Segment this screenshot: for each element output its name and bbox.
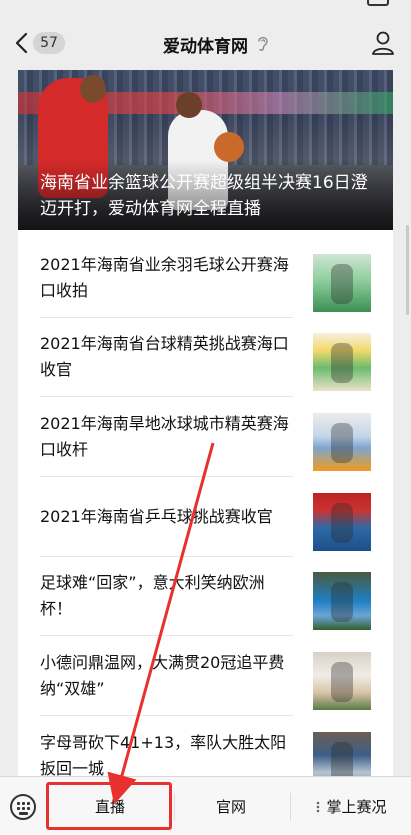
menu-official-site-button[interactable]: 官网 (176, 787, 286, 827)
status-bar (0, 0, 411, 18)
menu-live-scores-button[interactable]: 掌上赛况 (292, 787, 411, 827)
list-item-title: 2021年海南省乒乓球挑战赛收官 (40, 507, 273, 526)
list-item[interactable]: 小德问鼎温网，大满贯20冠追平费纳“双雄” (18, 636, 393, 716)
featured-article-title: 海南省业余篮球公开赛超级组半决赛16日澄迈开打，爱动体育网全程直播 (40, 173, 368, 219)
thumbnail-figure (331, 662, 353, 702)
battery-icon (367, 0, 389, 6)
list-item-thumbnail (313, 333, 371, 391)
thumbnail-figure (331, 423, 353, 463)
top-navigation-bar: 57 爱动体育网 (0, 18, 411, 70)
list-item[interactable]: 2021年海南省台球精英挑战赛海口收官 (18, 317, 393, 397)
list-item-thumbnail (313, 493, 371, 551)
list-item-thumbnail (313, 254, 371, 312)
menu-live-scores-label: 掌上赛况 (326, 798, 387, 816)
scrollbar[interactable] (406, 225, 409, 315)
thumbnail-figure (331, 264, 353, 304)
keyboard-icon[interactable] (10, 794, 36, 820)
annotation-highlight-box (46, 782, 172, 830)
menu-divider (290, 793, 291, 821)
submenu-dots-icon (316, 801, 321, 813)
list-item-title: 2021年海南省台球精英挑战赛海口收官 (40, 334, 289, 379)
thumbnail-figure (331, 503, 353, 543)
hero-image-player-head (176, 92, 202, 118)
list-item-thumbnail (313, 652, 371, 710)
menu-divider (174, 793, 175, 821)
article-list-card: 海南省业余篮球公开赛超级组半决赛16日澄迈开打，爱动体育网全程直播 2021年海… (18, 70, 393, 776)
list-item-thumbnail (313, 413, 371, 471)
list-item-title: 字母哥砍下41+13，率队大胜太阳扳回一城 (40, 733, 287, 776)
list-item[interactable]: 2021年海南省乒乓球挑战赛收官 (18, 477, 393, 557)
list-item[interactable]: 字母哥砍下41+13，率队大胜太阳扳回一城 (18, 716, 393, 776)
list-item[interactable]: 2021年海南省业余羽毛球公开赛海口收拍 (18, 238, 393, 318)
list-item[interactable]: 足球难“回家”，意大利笑纳欧洲杯！ (18, 556, 393, 636)
list-item-title: 2021年海南旱地冰球城市精英赛海口收杆 (40, 414, 289, 459)
ear-icon (258, 36, 268, 51)
thumbnail-figure (331, 742, 353, 776)
list-item-thumbnail (313, 732, 371, 776)
page-title: 爱动体育网 (163, 37, 248, 57)
list-item-title: 2021年海南省业余羽毛球公开赛海口收拍 (40, 255, 289, 300)
list-item-title: 小德问鼎温网，大满贯20冠追平费纳“双雄” (40, 653, 285, 698)
featured-article[interactable]: 海南省业余篮球公开赛超级组半决赛16日澄迈开打，爱动体育网全程直播 (18, 70, 393, 230)
basketball-image (214, 132, 244, 162)
thumbnail-figure (331, 582, 353, 622)
list-item[interactable]: 2021年海南旱地冰球城市精英赛海口收杆 (18, 397, 393, 477)
list-item-title: 足球难“回家”，意大利笑纳欧洲杯！ (40, 573, 265, 618)
list-item-thumbnail (313, 572, 371, 630)
hero-image-player-head (80, 75, 106, 103)
profile-icon[interactable] (371, 30, 395, 56)
thumbnail-figure (331, 343, 353, 383)
